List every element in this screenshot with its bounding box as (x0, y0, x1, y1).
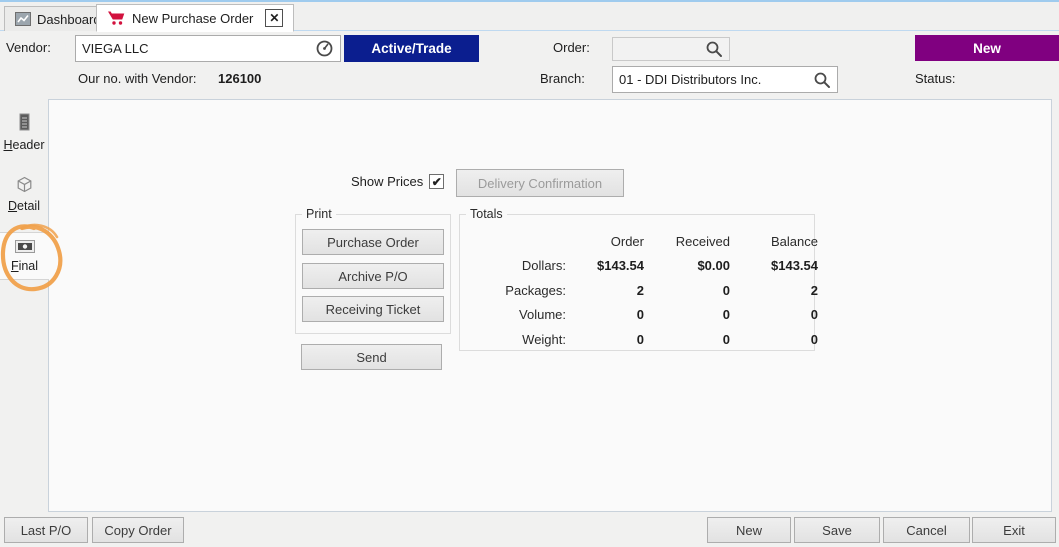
show-prices-checkbox[interactable]: ✔ (429, 174, 445, 189)
totals-weight-order: 0 (636, 331, 644, 347)
print-group: Print Purchase Order Archive P/O Receivi… (295, 207, 451, 334)
totals-packages-order: 2 (636, 282, 644, 298)
app-window: Dashboard New Purchase Order ✕ Vendor: V… (0, 0, 1059, 547)
new-order-button[interactable]: New (915, 35, 1059, 61)
chart-icon (15, 12, 31, 26)
search-icon[interactable] (813, 71, 831, 89)
banknote-icon (14, 240, 35, 253)
receiving-ticket-button[interactable]: Receiving Ticket (302, 296, 444, 322)
content-panel: Show Prices ✔ Delivery Confirmation Prin… (48, 99, 1052, 512)
exit-button[interactable]: Exit (972, 517, 1056, 543)
sidebar-detail-label: Detail (8, 199, 40, 213)
show-prices-label: Show Prices (351, 174, 424, 189)
totals-col-received: Received (675, 233, 730, 249)
branch-field[interactable]: 01 - DDI Distributors Inc. (612, 66, 838, 93)
totals-row-label-dollars: Dollars: (521, 258, 566, 274)
totals-volume-balance: 0 (810, 307, 818, 323)
sidebar-item-detail[interactable]: Detail (0, 176, 48, 213)
search-icon[interactable] (705, 40, 723, 58)
totals-row-label-volume: Volume: (519, 307, 566, 323)
sidebar-item-header[interactable]: Header (0, 113, 48, 152)
vendor-field[interactable]: VIEGA LLC (75, 35, 341, 62)
ledger-icon (17, 113, 32, 132)
delivery-confirmation-button[interactable]: Delivery Confirmation (456, 169, 624, 197)
send-button[interactable]: Send (301, 344, 442, 370)
branch-value: 01 - DDI Distributors Inc. (619, 72, 762, 87)
totals-col-order: Order (610, 233, 644, 249)
order-field[interactable] (612, 37, 730, 61)
tab-active-label: New Purchase Order (132, 10, 254, 26)
totals-row-label-weight: Weight: (522, 331, 566, 347)
totals-col-balance: Balance (771, 233, 818, 249)
vendor-value: VIEGA LLC (82, 41, 149, 56)
order-label: Order: (553, 40, 590, 55)
our-no-label: Our no. with Vendor: (78, 71, 197, 86)
branch-label: Branch: (540, 71, 585, 86)
last-po-button[interactable]: Last P/O (4, 517, 88, 543)
tab-bar: Dashboard New Purchase Order ✕ (0, 2, 1059, 32)
archive-po-button[interactable]: Archive P/O (302, 263, 444, 289)
totals-volume-order: 0 (636, 307, 644, 323)
tab-close-icon[interactable]: ✕ (265, 9, 284, 27)
totals-group-title: Totals (466, 207, 507, 221)
totals-packages-received: 0 (722, 282, 730, 298)
totals-packages-balance: 2 (810, 282, 818, 298)
totals-weight-balance: 0 (810, 331, 818, 347)
totals-row-label-packages: Packages: (505, 282, 566, 298)
cancel-button[interactable]: Cancel (883, 517, 970, 543)
active-trade-button[interactable]: Active/Trade (344, 35, 479, 62)
purchase-order-button[interactable]: Purchase Order (302, 229, 444, 255)
totals-table: Order Received Balance Dollars: $143.54 … (468, 229, 820, 352)
tab-new-purchase-order[interactable]: New Purchase Order ✕ (96, 4, 295, 32)
totals-dollars-received: $0.00 (697, 258, 730, 274)
totals-volume-received: 0 (722, 307, 730, 323)
sidebar-item-final[interactable]: Final (0, 232, 49, 280)
totals-dollars-balance: $143.54 (771, 258, 818, 274)
tab-dashboard-label: Dashboard (37, 11, 101, 27)
sidebar-final-label: Final (10, 259, 39, 273)
totals-dollars-order: $143.54 (597, 258, 644, 274)
print-group-title: Print (302, 207, 336, 221)
cube-icon (16, 176, 33, 193)
copy-order-button[interactable]: Copy Order (92, 517, 184, 543)
totals-weight-received: 0 (722, 331, 730, 347)
vendor-label: Vendor: (6, 40, 51, 55)
cart-icon (107, 10, 126, 26)
history-clock-icon[interactable] (315, 39, 334, 58)
totals-group: Totals Order Received Balance Dollars: $… (459, 207, 818, 351)
new-button[interactable]: New (707, 517, 791, 543)
save-button[interactable]: Save (794, 517, 880, 543)
status-label: Status: (915, 71, 956, 86)
sidebar-header-label: Header (3, 138, 45, 152)
our-no-value: 126100 (218, 71, 262, 86)
